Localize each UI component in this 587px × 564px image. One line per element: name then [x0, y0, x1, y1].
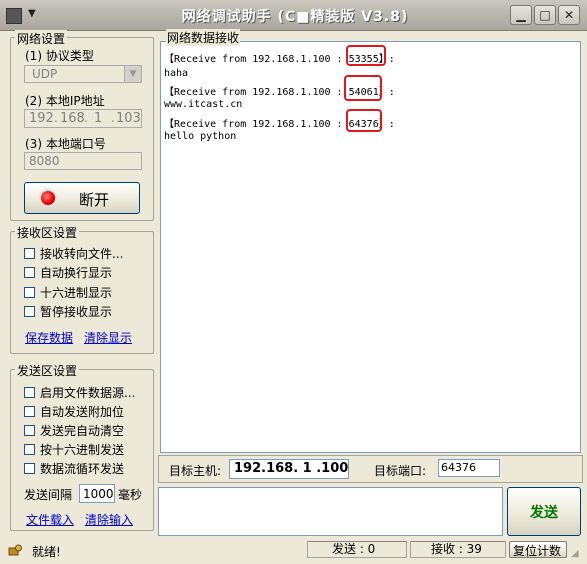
auto-append-label: 自动发送附加位	[40, 405, 125, 419]
local-port-field[interactable]: 8080	[24, 152, 142, 170]
window-title: 网络调试助手 (C■精装版 V3.8)	[181, 9, 409, 25]
load-file-link[interactable]: 文件载入	[26, 511, 74, 528]
reset-count-label: 复位计数	[513, 544, 562, 558]
target-host-value: 192.168. 1 .100	[234, 461, 349, 476]
close-button[interactable]: ✕	[558, 5, 580, 25]
port-highlight-box	[346, 45, 386, 66]
local-port-label: (3) 本地端口号	[25, 137, 106, 151]
minimize-button[interactable]: ▁	[510, 5, 532, 25]
connection-status-icon	[41, 191, 55, 205]
send-interval-value: 1000	[83, 487, 114, 501]
network-settings-label: 网络设置	[15, 30, 68, 47]
checkbox-receive-to-file[interactable]	[24, 248, 35, 259]
sent-count-cell: 发送 : 0	[307, 541, 407, 558]
receive-message-line: haha	[164, 68, 189, 79]
title-bar: ▼ 网络调试助手 (C■精装版 V3.8) ▁ □ ✕	[0, 0, 587, 31]
target-bar: 目标主机: 192.168. 1 .100 目标端口: 64376	[158, 455, 583, 483]
checkbox-loop-send[interactable]	[24, 463, 35, 474]
ip-octet-3: 1	[94, 111, 103, 126]
sent-count: 发送 : 0	[332, 542, 376, 556]
send-input[interactable]	[158, 487, 503, 536]
app-icon	[6, 8, 22, 24]
network-settings-group: 网络设置 (1) 协议类型 UDP ▼ (2) 本地IP地址 192 . 168…	[10, 30, 154, 221]
receive-to-file-label: 接收转向文件...	[40, 247, 124, 261]
close-icon: ✕	[563, 8, 575, 22]
send-settings-group: 发送区设置 启用文件数据源... 自动发送附加位 发送完自动清空 按十六进制发送…	[10, 362, 154, 531]
local-ip-label: (2) 本地IP地址	[25, 94, 105, 108]
reset-count-button[interactable]: 复位计数	[509, 541, 567, 558]
receive-message-line: www.itcast.cn	[164, 99, 243, 110]
receive-textarea[interactable]: 【Receive from 192.168.1.100 : 53355】: ha…	[160, 41, 581, 453]
checkbox-pause-receive[interactable]	[24, 306, 35, 317]
recv-count-cell: 接收 : 39	[410, 541, 506, 558]
clear-display-link[interactable]: 清除显示	[84, 329, 132, 346]
chevron-down-icon: ▼	[28, 8, 36, 19]
receive-message-line: hello python	[164, 131, 237, 142]
ip-octet-1: 192	[29, 111, 54, 126]
maximize-icon: □	[539, 8, 551, 22]
status-icon	[8, 544, 22, 558]
protocol-label: (1) 协议类型	[25, 49, 94, 63]
local-port-value: 8080	[29, 154, 60, 168]
port-highlight-box	[344, 75, 382, 101]
target-host-input[interactable]: 192.168. 1 .100	[229, 459, 349, 479]
resize-grip-icon[interactable]: ◢	[571, 548, 579, 559]
port-highlight-box	[346, 109, 382, 132]
chevron-down-icon[interactable]: ▼	[124, 66, 141, 82]
checkbox-auto-clear[interactable]	[24, 425, 35, 436]
disconnect-button[interactable]: 断开	[24, 182, 140, 214]
pause-receive-label: 暂停接收显示	[40, 305, 113, 319]
protocol-select[interactable]: UDP ▼	[24, 65, 142, 83]
send-settings-label: 发送区设置	[15, 362, 80, 379]
clear-input-link[interactable]: 清除输入	[85, 511, 133, 528]
target-port-value: 64376	[441, 461, 476, 474]
disconnect-label: 断开	[79, 191, 110, 209]
send-button-label: 发送	[530, 505, 558, 521]
hex-display-label: 十六进制显示	[40, 286, 113, 300]
maximize-button[interactable]: □	[534, 5, 556, 25]
target-port-label: 目标端口:	[374, 464, 427, 478]
hex-send-label: 按十六进制发送	[40, 443, 125, 457]
checkbox-auto-wrap[interactable]	[24, 267, 35, 278]
receive-area-label: 网络数据接收	[166, 29, 241, 46]
checkbox-file-source[interactable]	[24, 387, 35, 398]
auto-wrap-label: 自动换行显示	[40, 266, 113, 280]
auto-clear-label: 发送完自动清空	[40, 424, 125, 438]
loop-send-label: 数据流循环发送	[40, 462, 125, 476]
file-source-label: 启用文件数据源...	[40, 386, 136, 400]
minimize-icon: ▁	[516, 8, 526, 22]
save-data-link[interactable]: 保存数据	[25, 329, 73, 346]
checkbox-hex-display[interactable]	[24, 287, 35, 298]
send-button[interactable]: 发送	[507, 487, 581, 536]
send-interval-unit: 毫秒	[118, 488, 143, 502]
receive-settings-group: 接收区设置 接收转向文件... 自动换行显示 十六进制显示 暂停接收显示 保存数…	[10, 224, 154, 354]
send-interval-label: 发送间隔	[24, 488, 73, 502]
target-host-label: 目标主机:	[169, 464, 222, 478]
system-menu[interactable]: ▼	[4, 5, 44, 25]
send-interval-input[interactable]: 1000	[79, 484, 115, 503]
checkbox-hex-send[interactable]	[24, 444, 35, 455]
status-ready-text: 就绪!	[32, 545, 61, 559]
ip-octet-4: 103	[116, 111, 141, 126]
checkbox-auto-append[interactable]	[24, 406, 35, 417]
recv-count: 接收 : 39	[431, 542, 482, 556]
local-ip-field[interactable]: 192 . 168 . 1 . 103	[24, 109, 142, 128]
protocol-value: UDP	[32, 67, 58, 81]
receive-settings-label: 接收区设置	[15, 224, 80, 241]
ip-octet-2: 168	[60, 111, 85, 126]
target-port-input[interactable]: 64376	[438, 459, 500, 477]
